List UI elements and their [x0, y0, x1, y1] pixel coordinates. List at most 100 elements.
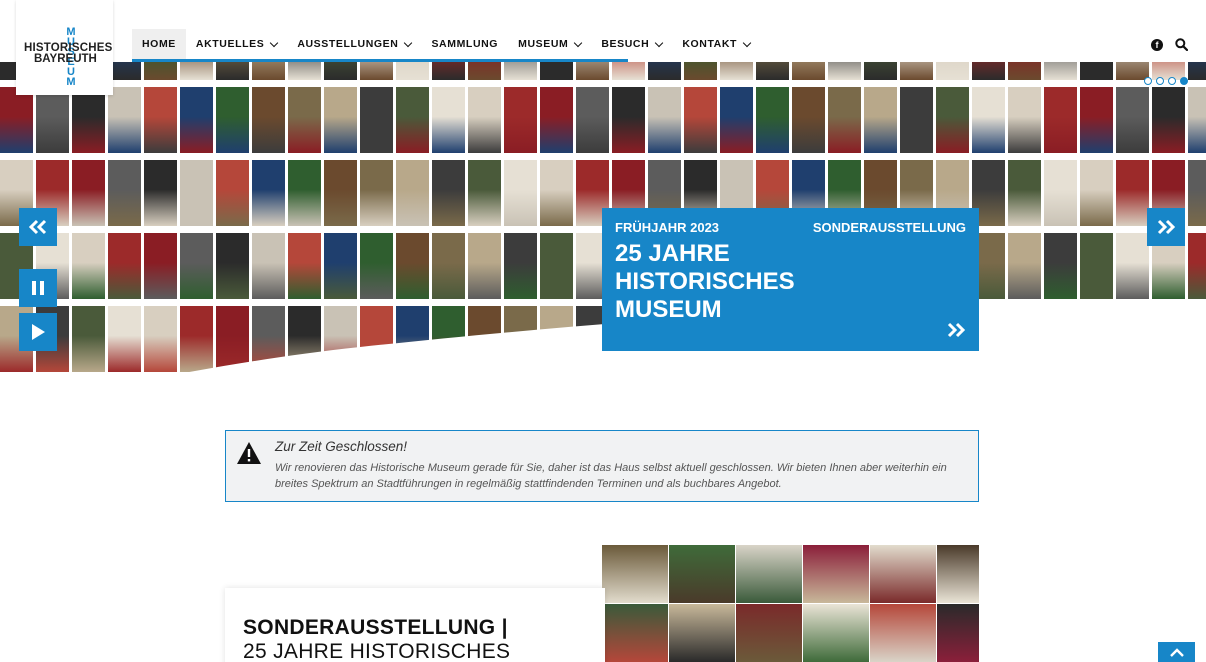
poster-thumbnail	[504, 233, 537, 299]
poster-thumbnail	[180, 306, 213, 372]
nav-underline	[132, 59, 628, 62]
notice-title: Zur Zeit Geschlossen!	[275, 439, 408, 454]
poster-thumbnail	[1008, 233, 1041, 299]
slider-dot[interactable]	[1168, 77, 1176, 85]
nav-item-label: SAMMLUNG	[431, 38, 499, 50]
nav-item-kontakt[interactable]: KONTAKT	[672, 29, 760, 59]
slider-dot[interactable]	[1144, 77, 1152, 85]
poster-thumbnail	[756, 62, 789, 80]
poster-thumbnail	[180, 233, 213, 299]
site-header: HOME AKTUELLES AUSSTELLUNGEN SAMMLUNG MUSEUM…	[0, 0, 1206, 62]
photo-tile	[602, 604, 668, 662]
poster-thumbnail	[252, 87, 285, 153]
poster-thumbnail	[360, 62, 393, 80]
slider-dot[interactable]	[1180, 77, 1188, 85]
poster-thumbnail	[1152, 87, 1185, 153]
poster-thumbnail	[108, 233, 141, 299]
poster-thumbnail	[1116, 160, 1149, 226]
poster-thumbnail	[1008, 160, 1041, 226]
poster-thumbnail	[792, 62, 825, 80]
poster-thumbnail	[720, 62, 753, 80]
slider-prev-button[interactable]	[19, 208, 57, 246]
poster-thumbnail	[324, 233, 357, 299]
slider-dot[interactable]	[1156, 77, 1164, 85]
poster-thumbnail	[216, 62, 249, 80]
poster-thumbnail	[1044, 233, 1077, 299]
poster-thumbnail	[1188, 87, 1206, 153]
poster-thumbnail	[864, 87, 897, 153]
logo-line2: BAYREUTH	[34, 53, 97, 65]
poster-thumbnail	[144, 62, 177, 80]
poster-thumbnail	[36, 87, 69, 153]
poster-thumbnail	[1080, 87, 1113, 153]
poster-thumbnail	[1080, 306, 1113, 372]
facebook-icon[interactable]: f	[1151, 39, 1163, 51]
poster-thumbnail	[288, 233, 321, 299]
poster-thumbnail	[720, 87, 753, 153]
poster-thumbnail	[144, 87, 177, 153]
nav-item-besuch[interactable]: BESUCH	[591, 29, 672, 59]
poster-thumbnail	[324, 87, 357, 153]
section-title-line2: 25 JAHRE HISTORISCHES	[243, 640, 511, 662]
poster-thumbnail	[288, 160, 321, 226]
feature-kind: SONDERAUSSTELLUNG	[812, 220, 966, 235]
slider-pause-button[interactable]	[19, 269, 57, 307]
photo-tile	[803, 604, 869, 662]
poster-thumbnail	[216, 233, 249, 299]
poster-thumbnail	[504, 87, 537, 153]
poster-thumbnail	[360, 233, 393, 299]
main-nav: HOME AKTUELLES AUSSTELLUNGEN SAMMLUNG MUSEUM…	[132, 29, 760, 59]
feature-season: FRÜHJAHR 2023	[615, 220, 720, 235]
poster-thumbnail	[288, 87, 321, 153]
poster-thumbnail	[396, 233, 429, 299]
back-to-top-button[interactable]	[1158, 642, 1195, 662]
poster-thumbnail	[1188, 62, 1206, 80]
nav-item-label: KONTAKT	[682, 38, 738, 50]
poster-thumbnail	[900, 62, 933, 80]
search-icon[interactable]	[1175, 38, 1188, 51]
nav-item-label: AUSSTELLUNGEN	[297, 38, 399, 50]
nav-item-sammlung[interactable]: SAMMLUNG	[421, 29, 508, 59]
poster-thumbnail	[1008, 87, 1041, 153]
poster-thumbnail	[252, 160, 285, 226]
nav-item-museum[interactable]: MUSEUM	[508, 29, 591, 59]
poster-thumbnail	[1116, 306, 1149, 372]
photo-tile	[602, 545, 668, 603]
photo-tile	[937, 604, 979, 662]
poster-thumbnail	[1044, 160, 1077, 226]
poster-thumbnail	[396, 306, 429, 372]
poster-thumbnail	[180, 160, 213, 226]
poster-thumbnail	[1152, 306, 1185, 372]
double-chevron-right-icon[interactable]	[945, 322, 967, 338]
play-icon	[32, 324, 45, 340]
nav-item-ausstellungen[interactable]: AUSSTELLUNGEN	[287, 29, 421, 59]
photo-tile	[937, 545, 979, 603]
photo-tile	[736, 545, 802, 603]
poster-thumbnail	[468, 233, 501, 299]
chevron-up-icon	[1169, 648, 1184, 657]
nav-item-label: HOME	[142, 38, 176, 50]
notice-text: Wir renovieren das Historische Museum ge…	[275, 462, 947, 490]
featured-exhibition-card[interactable]: FRÜHJAHR 2023 SONDERAUSSTELLUNG 25 JAHRE…	[602, 208, 979, 351]
photo-tile	[669, 604, 735, 662]
slider-next-button[interactable]	[1147, 208, 1185, 246]
nav-item-aktuelles[interactable]: AKTUELLES	[186, 29, 287, 59]
poster-thumbnail	[432, 160, 465, 226]
poster-thumbnail	[1008, 62, 1041, 80]
nav-item-home[interactable]: HOME	[132, 29, 186, 59]
poster-thumbnail	[1116, 87, 1149, 153]
poster-thumbnail	[108, 87, 141, 153]
poster-thumbnail	[684, 87, 717, 153]
poster-thumbnail	[540, 306, 573, 372]
nav-item-label: BESUCH	[601, 38, 650, 50]
poster-thumbnail	[1044, 87, 1077, 153]
poster-thumbnail	[360, 306, 393, 372]
slider-play-button[interactable]	[19, 313, 57, 351]
poster-thumbnail	[432, 233, 465, 299]
warning-icon	[237, 442, 261, 464]
poster-thumbnail	[180, 62, 213, 80]
site-logo[interactable]: MUSEUM HISTORISCHES BAYREUTH	[16, 0, 113, 95]
double-chevron-left-icon	[28, 219, 47, 235]
photo-tile	[870, 604, 936, 662]
poster-thumbnail	[828, 87, 861, 153]
